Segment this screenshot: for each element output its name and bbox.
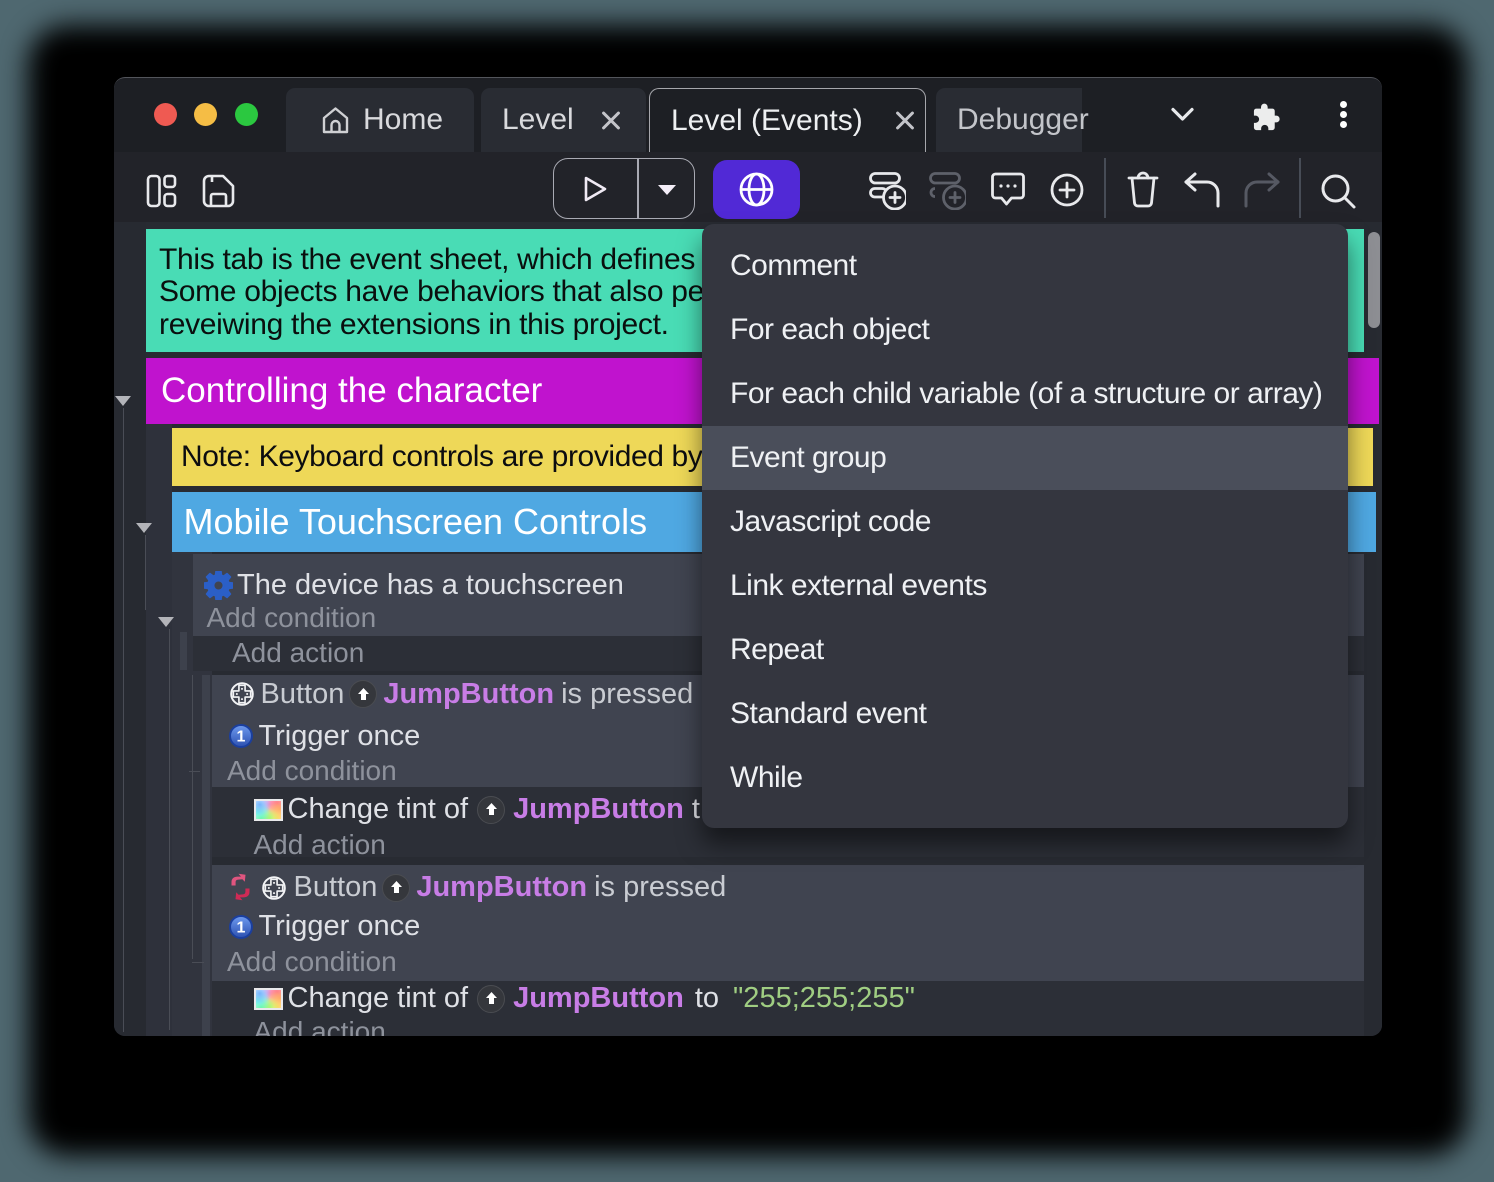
- svg-text:1: 1: [236, 919, 245, 936]
- svg-text:1: 1: [236, 728, 245, 745]
